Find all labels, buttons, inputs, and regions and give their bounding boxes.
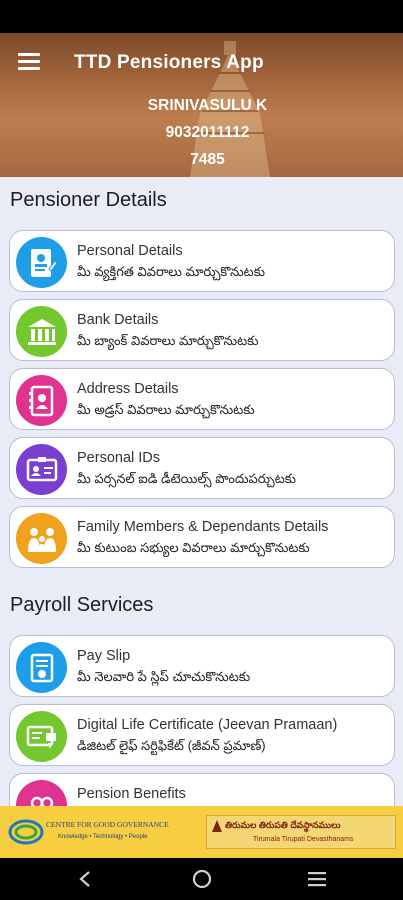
user-phone: 9032011112	[165, 124, 250, 141]
section-title-payroll-services: Payroll Services	[10, 594, 154, 616]
card-personal-details[interactable]: Personal Details మీ వ్యక్తిగత వివరాలు మా…	[9, 230, 395, 292]
certificate-icon	[16, 711, 67, 762]
card-subtitle: మీ బ్యాంక్ వివరాలు మార్చుకొనుటకు	[77, 333, 259, 348]
bank-icon	[16, 306, 67, 357]
home-icon[interactable]	[189, 866, 215, 892]
cgg-name: CENTRE FOR GOOD GOVERNANCE	[46, 820, 169, 829]
card-title: Personal Details	[77, 243, 183, 259]
user-info: SRINIVASULU K 9032011112 7485	[0, 92, 403, 173]
hamburger-menu-icon[interactable]	[18, 53, 40, 71]
cgg-tagline: Knowledge • Technology • People	[58, 834, 148, 840]
card-title: Pension Benefits	[77, 786, 186, 802]
cgg-swirl-icon	[8, 819, 44, 845]
card-title: Digital Life Certificate (Jeevan Pramaan…	[77, 717, 338, 733]
user-id: 7485	[190, 151, 225, 168]
user-name: SRINIVASULU K	[147, 97, 268, 114]
card-title: Address Details	[77, 381, 179, 397]
id-card-icon	[16, 444, 67, 495]
card-title: Bank Details	[77, 312, 159, 328]
navigation-bar	[0, 858, 403, 900]
app-header: TTD Pensioners App SRINIVASULU K 9032011…	[0, 33, 403, 177]
card-title: Family Members & Dependants Details	[77, 519, 329, 535]
card-address-details[interactable]: Address Details మీ అడ్రస్ వివరాలు మార్చు…	[9, 368, 395, 430]
family-icon	[16, 513, 67, 564]
ttd-logo: తిరుమల తిరుపతి దేవస్థానములు Tirumala Tir…	[206, 815, 396, 849]
card-pay-slip[interactable]: Pay Slip మీ నెలవారి పే స్లిప్ చూచుకొనుటక…	[9, 635, 395, 697]
status-bar	[0, 0, 403, 33]
address-book-icon	[16, 375, 67, 426]
ttd-telugu-name: తిరుమల తిరుపతి దేవస్థానములు	[225, 820, 341, 830]
card-subtitle: మీ అడ్రస్ వివరాలు మార్చుకొనుటకు	[77, 402, 255, 417]
card-personal-ids[interactable]: Personal IDs మీ పర్సనల్ ఐడి డీటెయిల్స్ ప…	[9, 437, 395, 499]
card-subtitle: మీ కుటుంబ సభ్యుల వివరాలు మార్చుకొనుటకు	[77, 540, 310, 555]
ttd-emblem-icon	[212, 820, 222, 832]
card-subtitle: మీ వ్యక్తిగత వివరాలు మార్చుకొనుటకు	[77, 264, 265, 279]
section-title-pensioner-details: Pensioner Details	[10, 189, 167, 211]
card-title: Personal IDs	[77, 450, 161, 466]
back-icon[interactable]	[72, 866, 98, 892]
card-family-members[interactable]: Family Members & Dependants Details మీ క…	[9, 506, 395, 568]
card-title: Pay Slip	[77, 648, 131, 664]
ttd-english-name: Tirumala Tirupati Devasthanams	[253, 836, 354, 843]
recents-icon[interactable]	[304, 866, 330, 892]
footer-banner: CENTRE FOR GOOD GOVERNANCE Knowledge • T…	[0, 806, 403, 858]
card-subtitle: డిజిటల్ లైఫ్ సర్టిఫికేట్ (జీవన్ ప్రమాణ్)	[77, 738, 266, 753]
card-digital-life-certificate[interactable]: Digital Life Certificate (Jeevan Pramaan…	[9, 704, 395, 766]
cgg-logo: CENTRE FOR GOOD GOVERNANCE Knowledge • T…	[8, 815, 198, 849]
app-title: TTD Pensioners App	[74, 52, 264, 73]
card-subtitle: మీ నెలవారి పే స్లిప్ చూచుకొనుటకు	[77, 669, 251, 684]
pay-slip-icon	[16, 642, 67, 693]
personal-details-icon	[16, 237, 67, 288]
card-bank-details[interactable]: Bank Details మీ బ్యాంక్ వివరాలు మార్చుకొ…	[9, 299, 395, 361]
card-subtitle: మీ పర్సనల్ ఐడి డీటెయిల్స్ పొందుపర్చుటకు	[77, 471, 297, 486]
